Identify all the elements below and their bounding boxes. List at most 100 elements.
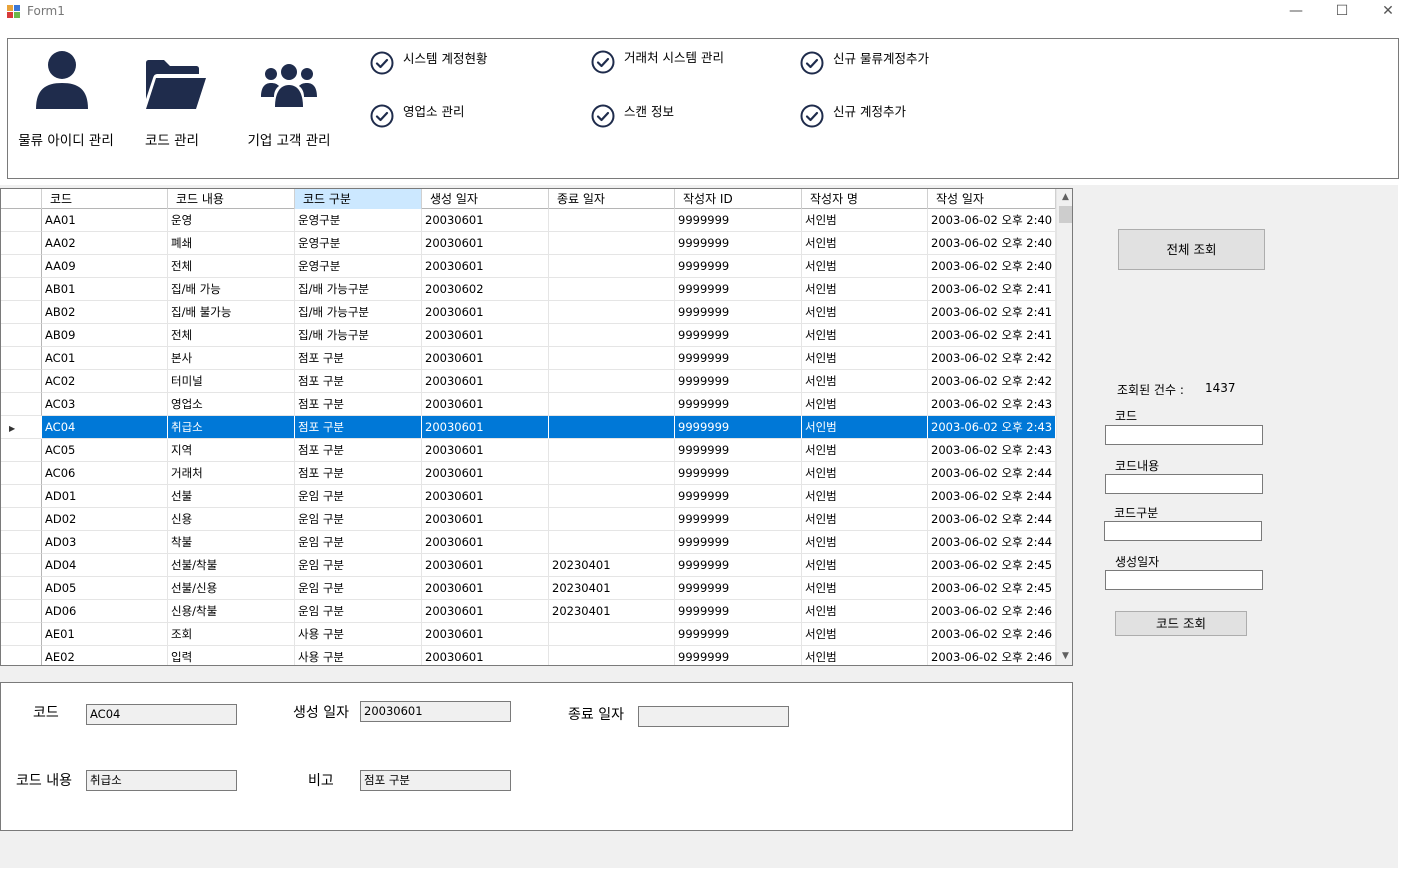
- table-cell[interactable]: 9999999: [675, 324, 802, 347]
- table-cell[interactable]: 20030601: [422, 600, 549, 623]
- table-cell[interactable]: 신용/착불: [168, 600, 295, 623]
- table-cell[interactable]: 운임 구분: [295, 577, 422, 600]
- table-cell[interactable]: 2003-06-02 오후 2:44: [928, 462, 1056, 485]
- table-cell[interactable]: 서인범: [802, 554, 928, 577]
- table-cell[interactable]: 2003-06-02 오후 2:45: [928, 554, 1056, 577]
- table-cell[interactable]: 2003-06-02 오후 2:42: [928, 370, 1056, 393]
- logistics-id-button[interactable]: 물류 아이디 관리: [12, 41, 120, 151]
- table-cell[interactable]: 서인범: [802, 462, 928, 485]
- table-cell[interactable]: 서인범: [802, 278, 928, 301]
- table-cell[interactable]: 서인범: [802, 485, 928, 508]
- new-logistics-account-item[interactable]: 신규 물류계정추가: [800, 48, 980, 78]
- table-cell[interactable]: 2003-06-02 오후 2:41: [928, 324, 1056, 347]
- table-cell[interactable]: 9999999: [675, 554, 802, 577]
- table-cell[interactable]: 2003-06-02 오후 2:46: [928, 623, 1056, 646]
- table-row[interactable]: AD05 선불/신용 운임 구분 20030601 20230401 9999999 서인범…: [1, 577, 1056, 600]
- table-row[interactable]: AB02 집/배 불가능 집/배 가능구분 20030601 9999999 서인범 200…: [1, 301, 1056, 324]
- table-cell[interactable]: 서인범: [802, 600, 928, 623]
- detail-note-field[interactable]: 점포 구분: [360, 770, 511, 791]
- table-cell[interactable]: 서인범: [802, 324, 928, 347]
- row-header[interactable]: [1, 623, 42, 646]
- table-cell[interactable]: 9999999: [675, 370, 802, 393]
- detail-content-field[interactable]: 취급소: [86, 770, 237, 791]
- table-row[interactable]: AD04 선불/착불 운임 구분 20030601 20230401 9999999 서인범…: [1, 554, 1056, 577]
- column-header[interactable]: 작성자 명: [802, 189, 928, 209]
- partner-system-manage-item[interactable]: 거래처 시스템 관리: [591, 47, 771, 77]
- scroll-down-icon[interactable]: ▼: [1057, 648, 1072, 665]
- table-cell[interactable]: 서인범: [802, 255, 928, 278]
- scan-info-item[interactable]: 스캔 정보: [591, 101, 771, 131]
- scroll-thumb[interactable]: [1059, 206, 1072, 223]
- table-cell[interactable]: 선불/착불: [168, 554, 295, 577]
- table-cell[interactable]: 조회: [168, 623, 295, 646]
- row-header[interactable]: [1, 439, 42, 462]
- table-cell[interactable]: [549, 370, 675, 393]
- table-cell[interactable]: AD05: [42, 577, 168, 600]
- table-cell[interactable]: AE01: [42, 623, 168, 646]
- table-cell[interactable]: [549, 485, 675, 508]
- table-cell[interactable]: 20030601: [422, 209, 549, 232]
- table-cell[interactable]: 20030601: [422, 531, 549, 554]
- search-code-input[interactable]: [1105, 425, 1263, 445]
- table-cell[interactable]: 서인범: [802, 439, 928, 462]
- row-header[interactable]: [1, 554, 42, 577]
- row-header[interactable]: [1, 393, 42, 416]
- table-cell[interactable]: AC05: [42, 439, 168, 462]
- row-header[interactable]: [1, 324, 42, 347]
- table-cell[interactable]: 점포 구분: [295, 416, 422, 439]
- close-button[interactable]: ✕: [1365, 0, 1410, 24]
- table-cell[interactable]: [549, 278, 675, 301]
- table-cell[interactable]: 9999999: [675, 232, 802, 255]
- table-cell[interactable]: 20030601: [422, 416, 549, 439]
- column-header[interactable]: 코드: [42, 189, 168, 209]
- column-header[interactable]: 종료 일자: [549, 189, 675, 209]
- table-cell[interactable]: 9999999: [675, 347, 802, 370]
- table-cell[interactable]: 집/배 가능구분: [295, 301, 422, 324]
- table-cell[interactable]: 사용 구분: [295, 623, 422, 646]
- search-type-input[interactable]: [1104, 521, 1262, 541]
- table-cell[interactable]: AE02: [42, 646, 168, 665]
- table-cell[interactable]: 서인범: [802, 577, 928, 600]
- table-cell[interactable]: 본사: [168, 347, 295, 370]
- table-cell[interactable]: 운임 구분: [295, 485, 422, 508]
- column-header[interactable]: 작성 일자: [928, 189, 1056, 209]
- table-cell[interactable]: [549, 393, 675, 416]
- row-header[interactable]: [1, 370, 42, 393]
- table-cell[interactable]: AD03: [42, 531, 168, 554]
- table-cell[interactable]: 20030601: [422, 232, 549, 255]
- table-cell[interactable]: 20030601: [422, 646, 549, 665]
- table-cell[interactable]: 점포 구분: [295, 462, 422, 485]
- table-cell[interactable]: 서인범: [802, 370, 928, 393]
- table-row[interactable]: AC06 거래처 점포 구분 20030601 9999999 서인범 2003-06-02…: [1, 462, 1056, 485]
- table-cell[interactable]: 20230401: [549, 577, 675, 600]
- table-cell[interactable]: 운임 구분: [295, 554, 422, 577]
- row-header[interactable]: [1, 462, 42, 485]
- table-cell[interactable]: 운영: [168, 209, 295, 232]
- table-cell[interactable]: 9999999: [675, 577, 802, 600]
- table-cell[interactable]: [549, 439, 675, 462]
- column-header[interactable]: 생성 일자: [422, 189, 549, 209]
- table-cell[interactable]: 20030601: [422, 439, 549, 462]
- table-cell[interactable]: 운임 구분: [295, 508, 422, 531]
- table-cell[interactable]: 2003-06-02 오후 2:40: [928, 232, 1056, 255]
- table-cell[interactable]: 2003-06-02 오후 2:43: [928, 416, 1056, 439]
- table-cell[interactable]: 9999999: [675, 646, 802, 665]
- table-row[interactable]: AC01 본사 점포 구분 20030601 9999999 서인범 2003-06-02 …: [1, 347, 1056, 370]
- table-cell[interactable]: 집/배 불가능: [168, 301, 295, 324]
- code-data-grid[interactable]: 코드 코드 내용 코드 구분 생성 일자 종료 일자 작성자 ID 작성자 명 작성 일자 A…: [0, 188, 1073, 666]
- table-cell[interactable]: [549, 301, 675, 324]
- table-cell[interactable]: 취급소: [168, 416, 295, 439]
- table-row[interactable]: AB01 집/배 가능 집/배 가능구분 20030602 9999999 서인범 2003…: [1, 278, 1056, 301]
- row-header[interactable]: [1, 646, 42, 665]
- corporate-customer-button[interactable]: 기업 고객 관리: [240, 41, 338, 151]
- table-cell[interactable]: 점포 구분: [295, 347, 422, 370]
- row-header[interactable]: [1, 278, 42, 301]
- all-query-button[interactable]: 전체 조회: [1118, 229, 1265, 270]
- table-cell[interactable]: AC02: [42, 370, 168, 393]
- detail-end-field[interactable]: [638, 706, 789, 727]
- table-row[interactable]: AC03 영업소 점포 구분 20030601 9999999 서인범 2003-06-02…: [1, 393, 1056, 416]
- table-cell[interactable]: AC03: [42, 393, 168, 416]
- scroll-up-icon[interactable]: ▲: [1057, 189, 1072, 206]
- table-cell[interactable]: AD02: [42, 508, 168, 531]
- table-cell[interactable]: 2003-06-02 오후 2:41: [928, 278, 1056, 301]
